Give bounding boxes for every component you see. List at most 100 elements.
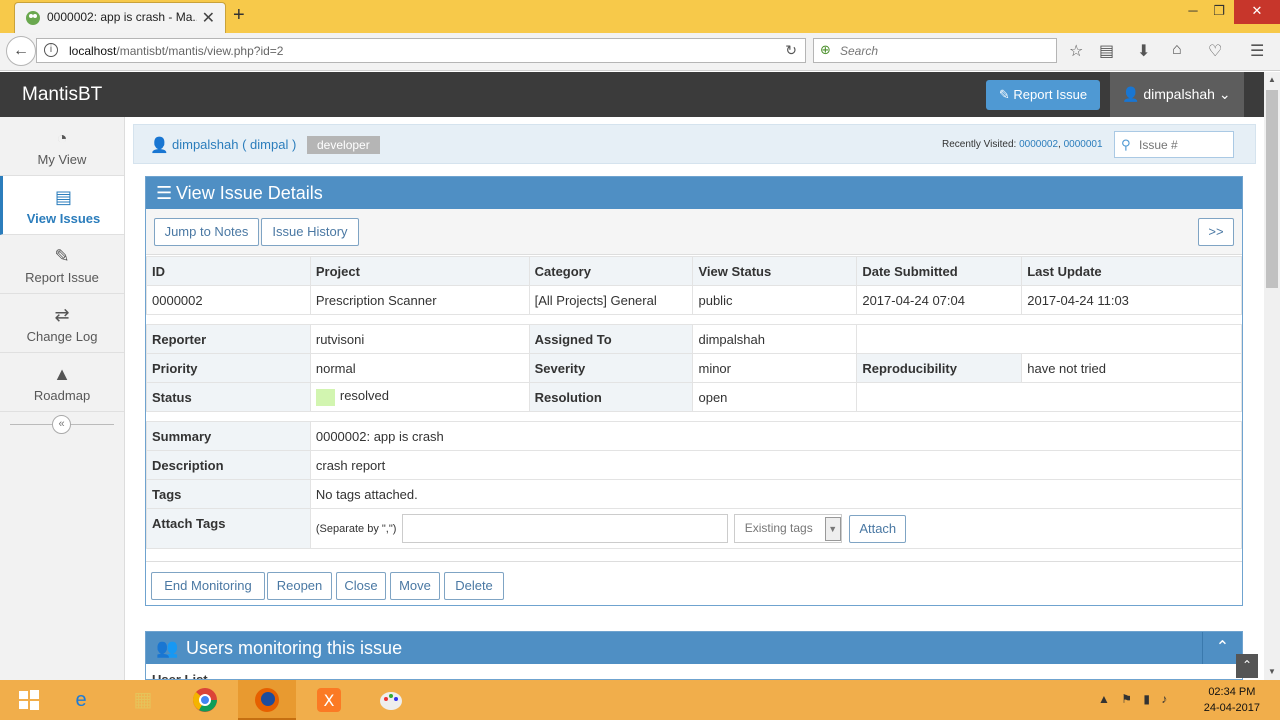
monitoring-widget: 👥 Users monitoring this issue ⌃ User Lis… (145, 631, 1243, 680)
table-row: Description crash report (146, 450, 1243, 480)
bars-icon: ☰ (156, 183, 173, 203)
app-header: MantisBT ✎ Report Issue 👤 dimpalshah ⌄ (0, 72, 1264, 117)
firefox-icon[interactable] (238, 680, 296, 720)
reproducibility-value: have not tried (1021, 353, 1242, 383)
reload-icon[interactable]: ↻ (785, 42, 797, 59)
report-issue-button[interactable]: ✎ Report Issue (986, 80, 1100, 110)
issue-jump-field[interactable]: ⚲ (1114, 131, 1234, 158)
close-tab-icon[interactable]: ✕ (202, 8, 215, 28)
tab-title: 0000002: app is crash - Ma... (47, 10, 197, 24)
windows-start-icon[interactable] (0, 680, 58, 720)
internet-explorer-icon[interactable]: e (52, 680, 110, 720)
scroll-down-icon[interactable]: ▼ (1264, 664, 1280, 680)
info-icon[interactable]: i (44, 43, 58, 57)
assigned-to-value: dimpalshah (692, 324, 858, 354)
issue-actions: End Monitoring Reopen Close Move Delete (146, 561, 1242, 605)
user-menu[interactable]: 👤 dimpalshah ⌄ (1110, 72, 1244, 117)
severity-value: minor (692, 353, 858, 383)
chevron-down-icon: ⌄ (1218, 86, 1231, 102)
collapse-sidebar-icon[interactable]: « (52, 415, 71, 434)
issue-id: 0000002 (146, 285, 311, 315)
attach-tags-button[interactable]: Attach (849, 514, 907, 543)
sidebar-item-roadmap[interactable]: ▲ Roadmap (0, 353, 124, 412)
recent-issue-link[interactable]: 0000001 (1064, 139, 1103, 150)
wifi-icon[interactable]: ▮ (1143, 692, 1150, 706)
table-row: 0000002 Prescription Scanner [All Projec… (146, 285, 1242, 315)
delete-button[interactable]: Delete (444, 572, 504, 600)
issue-view-status: public (692, 285, 858, 315)
jump-to-notes-button[interactable]: Jump to Notes (154, 218, 259, 246)
address-bar[interactable]: i localhost/mantisbt/mantis/view.php?id=… (36, 38, 806, 63)
system-clock[interactable]: 02:34 PM 24-04-2017 (1204, 684, 1260, 716)
restore-icon[interactable]: ❐ (1204, 0, 1234, 24)
end-monitoring-button[interactable]: End Monitoring (151, 572, 265, 600)
search-icon: ⚲ (1121, 137, 1131, 152)
paint-icon[interactable] (362, 680, 420, 720)
sidebar-item-view-issues[interactable]: ▤ View Issues (0, 176, 124, 235)
window-close-icon[interactable]: ✕ (1234, 0, 1280, 24)
volume-icon[interactable]: ♪ (1161, 692, 1167, 706)
separator-hint: (Separate by ",") (315, 522, 397, 535)
resolution-label: Resolution (528, 382, 694, 412)
xampp-icon[interactable]: X (300, 680, 358, 720)
search-engine-icon: ⊕ (820, 42, 831, 57)
status-label: Status (146, 382, 311, 412)
next-issue-button[interactable]: >> (1198, 218, 1234, 246)
close-button[interactable]: Close (336, 572, 386, 600)
scroll-thumb[interactable] (1266, 90, 1278, 288)
recent-issue-link[interactable]: 0000002 (1019, 139, 1058, 150)
network-status-icon[interactable]: ⚑ (1121, 692, 1132, 706)
url-text: localhost/mantisbt/mantis/view.php?id=2 (69, 44, 284, 58)
browser-navbar: ← i localhost/mantisbt/mantis/view.php?i… (0, 33, 1280, 71)
role-badge: developer (307, 136, 380, 154)
table-spacer (146, 411, 1242, 422)
bookmark-star-icon[interactable]: ☆ (1069, 41, 1083, 61)
issue-number-input[interactable] (1137, 135, 1229, 154)
download-icon[interactable]: ⬇ (1137, 41, 1150, 61)
sidebar-item-change-log[interactable]: ⇄ Change Log (0, 294, 124, 353)
move-button[interactable]: Move (390, 572, 440, 600)
status-value: resolved (339, 388, 389, 404)
sidebar-item-my-view[interactable]: ◔ My View (0, 117, 124, 176)
reporter-value: rutvisoni (309, 324, 530, 354)
current-user-link[interactable]: dimpalshah ( dimpal ) (172, 137, 296, 152)
windows-taskbar: e ▦ X ▲ ⚑ ▮ ♪ 02:34 PM 24-04-2017 (0, 680, 1280, 720)
show-hidden-icons-icon[interactable]: ▲ (1098, 692, 1110, 706)
column-header: View Status (692, 256, 858, 286)
widget-title: Users monitoring this issue (186, 638, 403, 658)
issue-history-button[interactable]: Issue History (261, 218, 359, 246)
tags-value: No tags attached. (309, 479, 1243, 509)
priority-value: normal (309, 353, 530, 383)
table-row: Attach Tags (Separate by ",") Existing t… (146, 508, 1243, 549)
brand-logo[interactable]: MantisBT (22, 84, 102, 106)
file-explorer-icon[interactable]: ▦ (114, 680, 172, 720)
pocket-icon[interactable]: ♡ (1208, 41, 1222, 61)
reading-list-icon[interactable]: ▤ (1099, 41, 1114, 61)
page-scrollbar[interactable]: ▲ ▼ (1264, 72, 1280, 680)
issue-category: [All Projects] General (528, 285, 694, 315)
tag-string-input[interactable] (402, 514, 729, 543)
system-tray: ▲ ⚑ ▮ ♪ (1098, 692, 1175, 706)
issue-details-table: ID Project Category View Status Date Sub… (146, 256, 1243, 549)
chevron-down-icon: ▼ (824, 517, 841, 541)
table-row: Priority normal Severity minor Reproduci… (146, 353, 1242, 383)
tags-label: Tags (146, 479, 311, 509)
back-icon[interactable]: ← (6, 36, 36, 66)
browser-tabbar: 0000002: app is crash - Ma... ✕ + ─ ❐ ✕ (0, 0, 1280, 33)
widget-title: View Issue Details (176, 183, 323, 203)
chrome-icon[interactable] (176, 680, 234, 720)
user-icon: 👤 (150, 137, 169, 154)
reopen-button[interactable]: Reopen (267, 572, 332, 600)
scroll-to-top-icon[interactable]: ⌃ (1236, 654, 1258, 678)
issue-details-widget: ☰ View Issue Details Jump to Notes Issue… (145, 176, 1243, 606)
attach-tags-cell: (Separate by ",") Existing tags ▼ Attach (309, 508, 1243, 549)
browser-tab[interactable]: 0000002: app is crash - Ma... ✕ (14, 2, 226, 33)
browser-search-input[interactable]: ⊕ Search (813, 38, 1057, 63)
existing-tags-select[interactable]: Existing tags ▼ (733, 514, 842, 543)
new-tab-icon[interactable]: + (233, 4, 245, 27)
table-header-row: ID Project Category View Status Date Sub… (146, 256, 1242, 286)
menu-icon[interactable]: ☰ (1250, 41, 1264, 61)
sidebar-item-report-issue[interactable]: ✎ Report Issue (0, 235, 124, 294)
home-icon[interactable]: ⌂ (1172, 41, 1182, 59)
scroll-up-icon[interactable]: ▲ (1264, 72, 1280, 88)
